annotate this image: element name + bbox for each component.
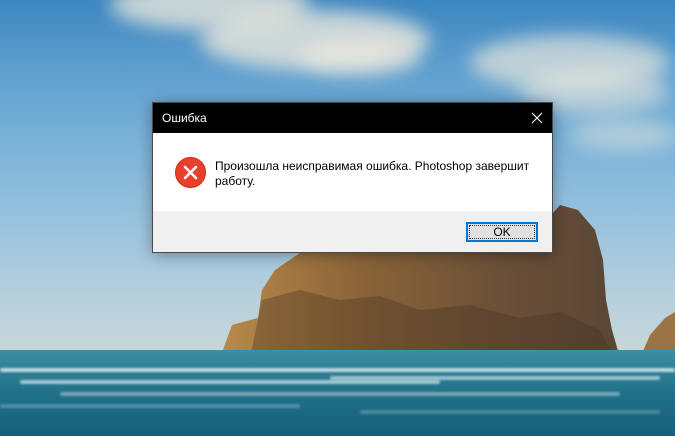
ok-button[interactable]: OK (466, 222, 538, 242)
error-message: Произошла неисправимая ошибка. Photoshop… (215, 159, 530, 188)
wave (20, 380, 440, 384)
desktop-wallpaper: Ошибка Произошла неисправимая ошибка. Ph… (0, 0, 675, 436)
dialog-footer: OK (153, 211, 552, 252)
dialog-title: Ошибка (162, 111, 207, 125)
wave (330, 376, 660, 380)
dialog-content: Произошла неисправимая ошибка. Photoshop… (153, 133, 552, 211)
error-icon (175, 157, 206, 188)
dialog-titlebar[interactable]: Ошибка (153, 103, 552, 133)
close-button[interactable] (522, 103, 552, 133)
wave (360, 410, 660, 414)
wave (60, 392, 620, 396)
wave (0, 404, 300, 408)
wave (0, 368, 675, 372)
close-icon (531, 112, 543, 124)
error-dialog: Ошибка Произошла неисправимая ошибка. Ph… (152, 102, 553, 253)
